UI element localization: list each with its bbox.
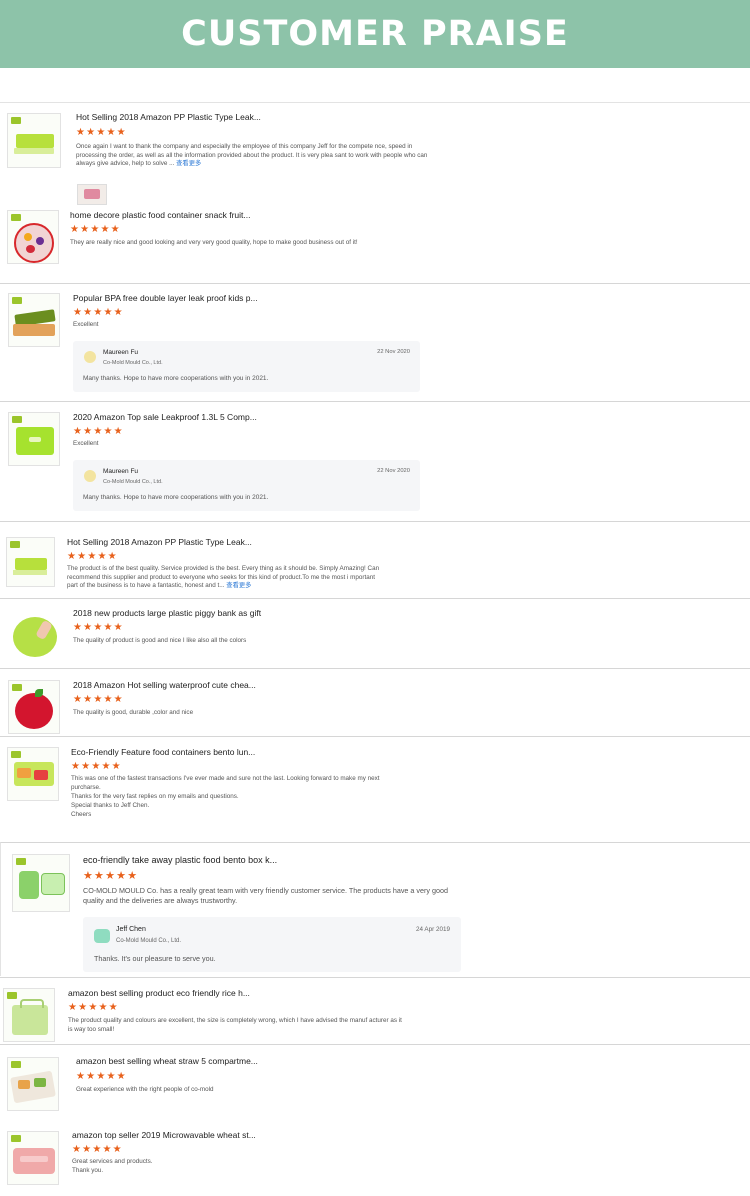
review-text-line: Thanks for the very fast replies on my e… xyxy=(71,793,239,800)
supplier-avatar xyxy=(84,470,96,482)
review-text-body: Once again I want to thank the company a… xyxy=(76,143,428,168)
star-rating: ★★★★★ xyxy=(73,307,124,318)
product-thumbnail[interactable] xyxy=(8,293,60,347)
review-product-title[interactable]: 2018 new products large plastic piggy ba… xyxy=(73,608,261,618)
star-rating: ★★★★★ xyxy=(67,551,118,562)
reply-author: Maureen Fu xyxy=(103,468,139,475)
star-rating: ★★★★★ xyxy=(73,622,124,633)
review-item: home decore plastic food container snack… xyxy=(0,202,750,282)
review-item: eco-friendly take away plastic food bent… xyxy=(0,842,750,976)
supplier-reply: Maureen Fu Co-Mold Mould Co., Ltd. 22 No… xyxy=(73,341,420,392)
reply-date: 24 Apr 2019 xyxy=(416,926,450,933)
review-text: They are really nice and good looking an… xyxy=(70,239,358,246)
review-product-title[interactable]: Eco-Friendly Feature food containers ben… xyxy=(71,747,255,757)
review-item: Popular BPA free double layer leak proof… xyxy=(0,283,750,402)
review-text: The quality is good, durable ,color and … xyxy=(73,709,194,716)
review-item: amazon top seller 2019 Microwavable whea… xyxy=(0,1122,750,1196)
review-product-title[interactable]: amazon best selling product eco friendly… xyxy=(68,988,250,998)
review-product-title[interactable]: 2018 Amazon Hot selling waterproof cute … xyxy=(73,680,256,690)
star-rating: ★★★★★ xyxy=(76,127,127,138)
product-thumbnail[interactable] xyxy=(7,113,61,168)
star-rating: ★★★★★ xyxy=(71,761,122,772)
star-rating: ★★★★★ xyxy=(72,1144,123,1155)
review-text: The product is of the best quality. Serv… xyxy=(67,565,383,591)
reply-author: Jeff Chen xyxy=(116,926,146,933)
reply-message: Many thanks. Hope to have more cooperati… xyxy=(83,494,269,501)
supplier-avatar xyxy=(84,351,96,363)
review-text: Great services and products. xyxy=(72,1158,153,1165)
review-text: Excellent xyxy=(73,321,99,328)
view-more-link[interactable]: 查看更多 xyxy=(226,582,251,589)
view-more-link[interactable]: 查看更多 xyxy=(176,160,201,167)
customer-praise-banner: CUSTOMER PRAISE xyxy=(0,0,750,68)
review-product-title[interactable]: amazon top seller 2019 Microwavable whea… xyxy=(72,1130,256,1140)
review-item: 2020 Amazon Top sale Leakproof 1.3L 5 Co… xyxy=(0,401,750,522)
review-product-title[interactable]: eco-friendly take away plastic food bent… xyxy=(83,855,277,865)
review-item: Hot Selling 2018 Amazon PP Plastic Type … xyxy=(0,102,750,205)
reply-message: Many thanks. Hope to have more cooperati… xyxy=(83,375,269,382)
review-text: This was one of the fastest transactions… xyxy=(71,775,380,791)
product-thumbnail[interactable] xyxy=(8,608,60,662)
subheader-strip xyxy=(0,68,750,103)
review-text: Excellent xyxy=(73,440,99,447)
review-product-title[interactable]: Popular BPA free double layer leak proof… xyxy=(73,293,258,303)
review-item: Eco-Friendly Feature food containers ben… xyxy=(0,736,750,841)
supplier-avatar xyxy=(94,929,110,943)
reply-author: Maureen Fu xyxy=(103,349,139,356)
star-rating: ★★★★★ xyxy=(73,426,124,437)
review-item: amazon best selling wheat straw 5 compar… xyxy=(0,1044,750,1123)
reply-company: Co-Mold Mould Co., Ltd. xyxy=(103,360,163,366)
product-thumbnail[interactable] xyxy=(8,412,60,466)
reply-company: Co-Mold Mould Co., Ltd. xyxy=(103,479,163,485)
review-text: Great experience with the right people o… xyxy=(76,1086,214,1093)
review-product-title[interactable]: home decore plastic food container snack… xyxy=(70,210,250,220)
product-thumbnail[interactable] xyxy=(7,1057,59,1111)
star-rating: ★★★★★ xyxy=(73,694,124,705)
supplier-reply: Jeff Chen Co-Mold Mould Co., Ltd. 24 Apr… xyxy=(83,917,461,972)
banner-title: CUSTOMER PRAISE xyxy=(181,14,569,54)
product-thumbnail[interactable] xyxy=(8,680,60,734)
product-thumbnail[interactable] xyxy=(7,210,59,264)
star-rating: ★★★★★ xyxy=(76,1071,127,1082)
review-item: amazon best selling product eco friendly… xyxy=(0,977,750,1045)
review-text-line: Thank you. xyxy=(72,1167,104,1174)
review-text: The quality of product is good and nice … xyxy=(73,637,247,644)
star-rating: ★★★★★ xyxy=(70,224,121,235)
review-product-title[interactable]: Hot Selling 2018 Amazon PP Plastic Type … xyxy=(67,537,252,547)
review-text-line: Special thanks to Jeff Chen. xyxy=(71,802,150,809)
review-product-title[interactable]: Hot Selling 2018 Amazon PP Plastic Type … xyxy=(76,112,261,122)
product-thumbnail[interactable] xyxy=(3,988,55,1042)
product-thumbnail[interactable] xyxy=(6,537,55,587)
product-thumbnail[interactable] xyxy=(7,1131,59,1185)
review-text-body: The product is of the best quality. Serv… xyxy=(67,565,380,590)
review-item: 2018 new products large plastic piggy ba… xyxy=(0,598,750,669)
product-thumbnail[interactable] xyxy=(12,854,70,912)
review-item: Hot Selling 2018 Amazon PP Plastic Type … xyxy=(0,521,750,599)
supplier-reply: Maureen Fu Co-Mold Mould Co., Ltd. 22 No… xyxy=(73,460,420,511)
reply-date: 22 Nov 2020 xyxy=(377,349,410,355)
reply-message: Thanks. It's our pleasure to serve you. xyxy=(94,954,216,963)
review-text: The product quality and colours are exce… xyxy=(68,1017,402,1033)
reply-company: Co-Mold Mould Co., Ltd. xyxy=(116,938,182,944)
star-rating: ★★★★★ xyxy=(68,1002,119,1013)
product-thumbnail[interactable] xyxy=(7,747,59,801)
review-product-title[interactable]: 2020 Amazon Top sale Leakproof 1.3L 5 Co… xyxy=(73,412,257,422)
reply-date: 22 Nov 2020 xyxy=(377,468,410,474)
review-text: CO-MOLD MOULD Co. has a really great tea… xyxy=(83,886,448,905)
review-product-title[interactable]: amazon best selling wheat straw 5 compar… xyxy=(76,1056,258,1066)
star-rating: ★★★★★ xyxy=(83,870,139,882)
review-text-line: Cheers xyxy=(71,811,92,818)
review-item: 2018 Amazon Hot selling waterproof cute … xyxy=(0,668,750,737)
review-text: Once again I want to thank the company a… xyxy=(76,143,428,169)
